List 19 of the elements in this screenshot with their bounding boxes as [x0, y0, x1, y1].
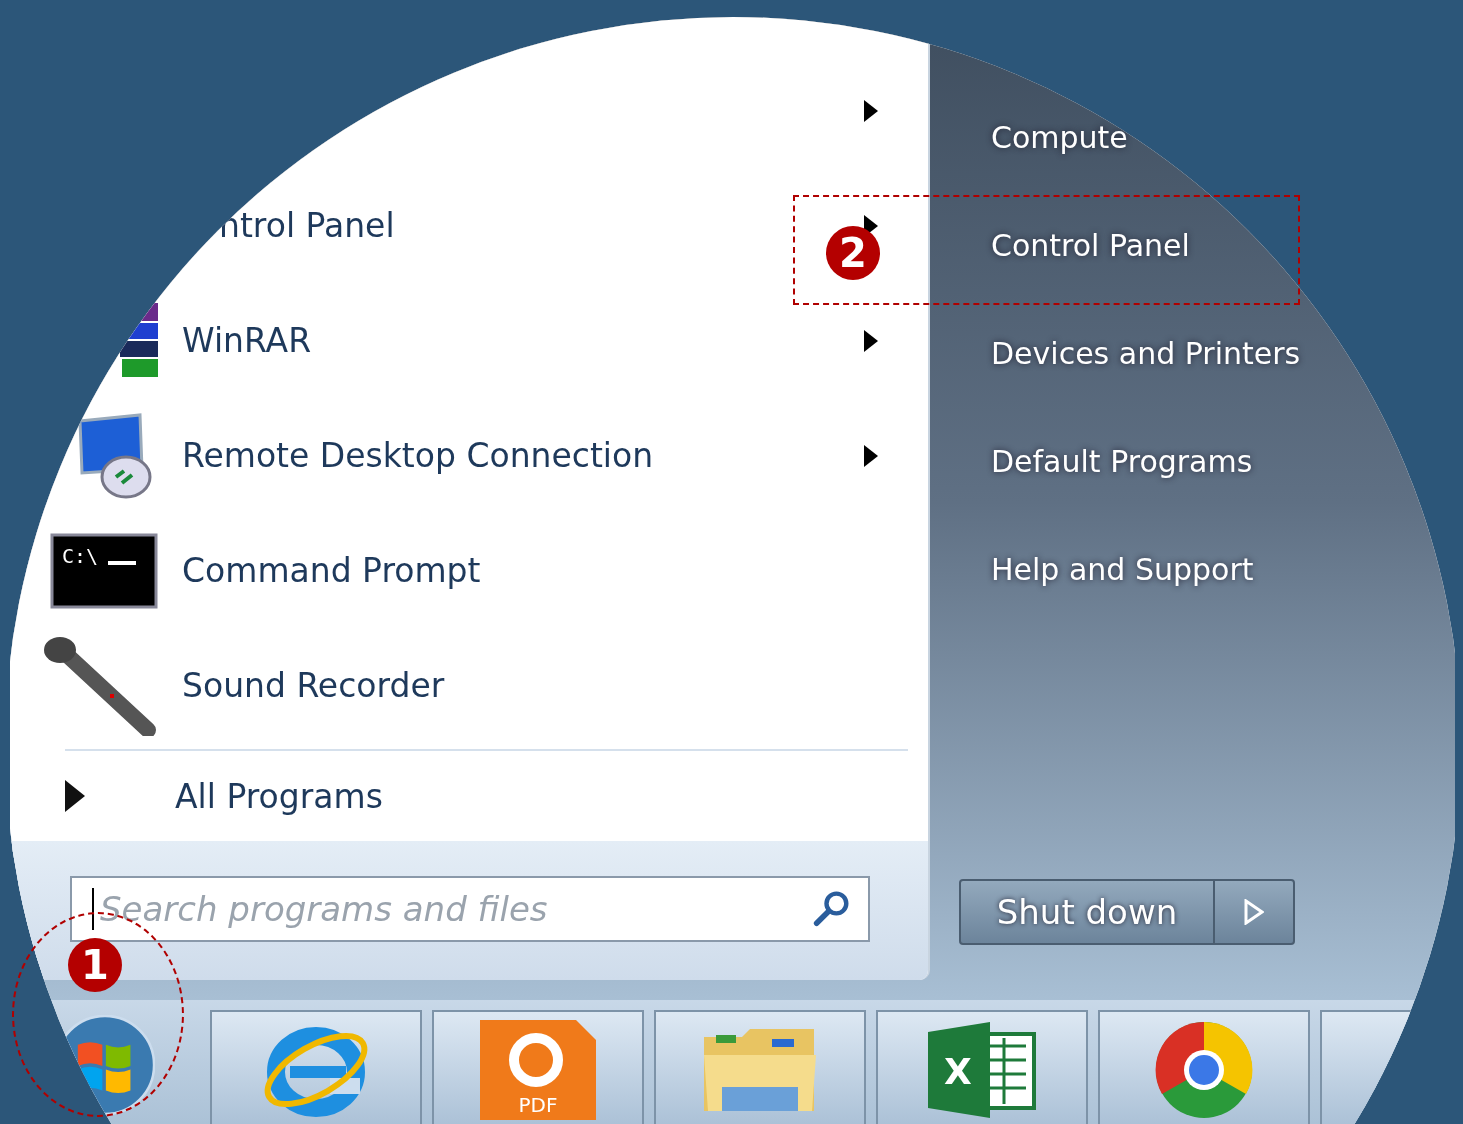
taskbar-button[interactable]: X — [876, 1010, 1088, 1124]
shut-down-options-button[interactable] — [1215, 879, 1295, 945]
program-item[interactable]: WinRAR — [182, 321, 312, 360]
pdf-document-icon: PDF — [480, 1020, 596, 1120]
menu-link[interactable]: Control Panel — [991, 191, 1190, 299]
play-arrow-icon — [1244, 899, 1264, 925]
menu-link[interactable]: Default Programs — [991, 407, 1253, 515]
program-item[interactable]: Sound Recorder — [182, 666, 445, 705]
books-icon — [120, 302, 160, 379]
all-programs-item[interactable]: All Programs — [40, 751, 908, 841]
taskbar-button[interactable] — [210, 1010, 422, 1124]
search-field[interactable]: Search programs and files — [70, 876, 870, 942]
expand-arrow-icon — [65, 780, 85, 812]
menu-link[interactable]: Devices and Printers — [991, 299, 1301, 407]
menu-link[interactable]: Compute — [991, 83, 1128, 191]
program-item[interactable]: Remote Desktop Connection — [182, 436, 654, 475]
menu-link[interactable]: Help and Support — [991, 515, 1254, 623]
program-item[interactable]: Command Prompt — [182, 551, 481, 590]
taskbar-button[interactable] — [1098, 1010, 1310, 1124]
